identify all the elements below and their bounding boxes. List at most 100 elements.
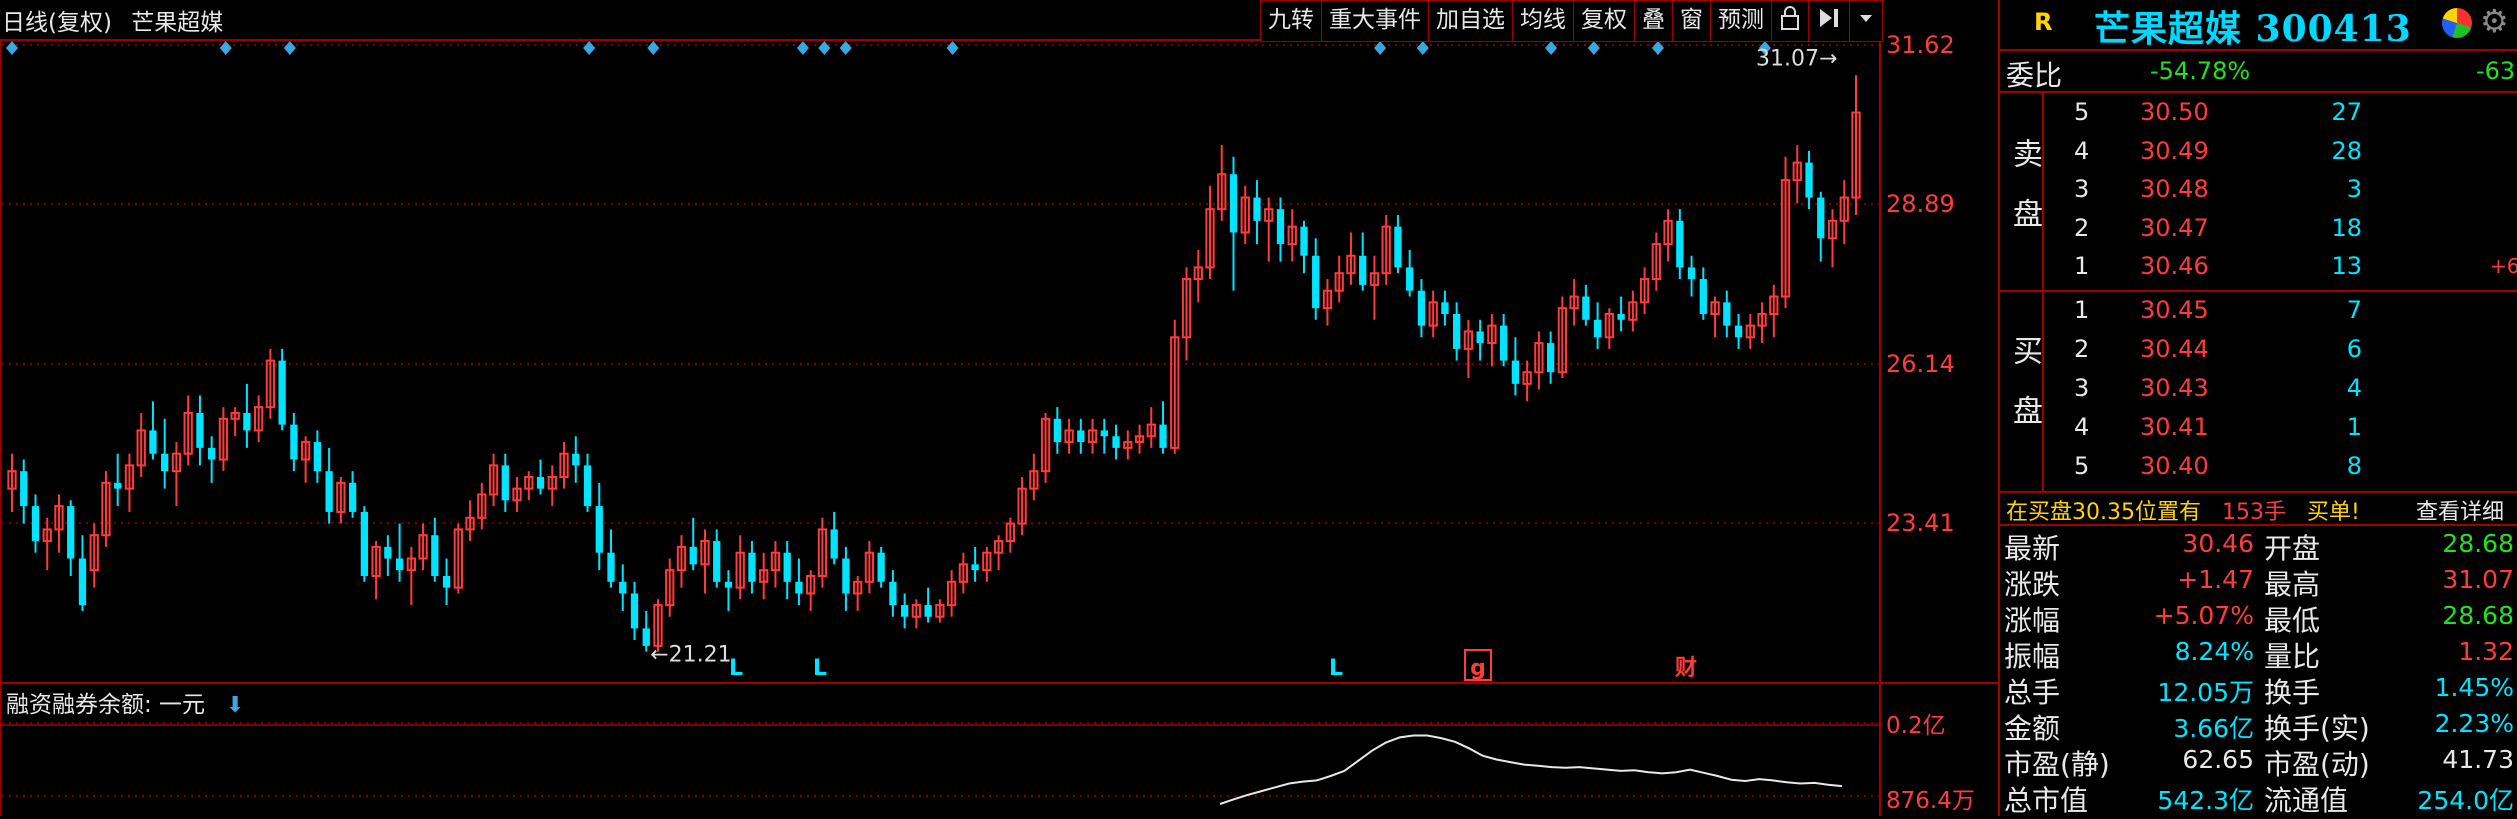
quote-panel: R 芒果超媒 300413 ⚙ 委比 -54.78% -63 卖盘 5 30.50… <box>1998 0 2517 817</box>
weibi-pct: -54.78% <box>2150 57 2251 85</box>
event-marker-icon[interactable] <box>839 41 852 55</box>
event-marker-icon[interactable] <box>946 41 959 55</box>
candle-body <box>290 424 298 460</box>
toolbar-jiuzhuan-button[interactable]: 九转 <box>1261 1 1322 41</box>
candle-body <box>1676 220 1684 268</box>
stat-label: 量比 <box>2264 640 2321 673</box>
stat-value: +1.47 <box>2177 565 2254 594</box>
candle-body <box>595 506 603 553</box>
stat-value: 41.73 <box>2442 745 2514 774</box>
stat-label: 涨幅 <box>2004 604 2061 637</box>
event-marker-icon[interactable] <box>1587 41 1600 55</box>
candle-body <box>196 412 204 448</box>
buy-volume: 8 <box>2346 452 2362 480</box>
candle-body <box>642 628 650 646</box>
candle-body <box>1359 255 1367 285</box>
toolbar-forecast-button[interactable]: 预测 <box>1711 1 1772 41</box>
candle-body <box>67 506 75 559</box>
event-marker-icon[interactable] <box>796 41 809 55</box>
stat-value: 12.05万 <box>2157 678 2254 707</box>
candle-body <box>1229 174 1238 233</box>
event-marker-icon[interactable] <box>6 41 18 55</box>
stat-label: 振幅 <box>2004 640 2061 673</box>
lock-icon[interactable] <box>1772 1 1809 41</box>
arrow-down-icon[interactable]: ⬇ <box>226 693 244 718</box>
event-marker-icon[interactable] <box>1416 41 1429 55</box>
event-marker-icon[interactable] <box>1651 41 1664 55</box>
chart-stock-name: 芒果超媒 <box>131 10 224 36</box>
chart-title: 日线(复权) 芒果超媒 <box>2 3 223 37</box>
toolbar-major-events-button[interactable]: 重大事件 <box>1322 1 1429 41</box>
candle-body <box>830 529 838 559</box>
sell-level: 3 <box>2074 175 2090 203</box>
candle-body <box>78 558 87 606</box>
chart-area[interactable]: 31.62 28.89 26.14 23.41 31.07→ ←21.21 L L Lg 财融资融… <box>0 0 1998 816</box>
stat-value: 542.3亿 <box>2157 786 2254 815</box>
signal-marker[interactable]: L <box>1329 656 1343 681</box>
gear-icon[interactable]: ⚙ <box>2480 2 2509 40</box>
toolbar-overlay-button[interactable]: 叠 <box>1635 1 1673 41</box>
buy-level: 5 <box>2074 452 2090 480</box>
buy-price: 30.40 <box>2140 452 2209 480</box>
candle-body <box>713 541 721 582</box>
candle-body <box>1723 302 1731 326</box>
stat-label: 最新 <box>2004 532 2061 565</box>
buy-price: 30.45 <box>2140 296 2209 324</box>
toolbar-ma-button[interactable]: 均线 <box>1513 1 1574 41</box>
candle-body <box>724 581 733 588</box>
weibi-label: 委比 <box>2006 59 2063 92</box>
buy-level: 2 <box>2074 335 2090 363</box>
candle-body <box>924 605 932 617</box>
signal-marker[interactable]: g <box>1470 656 1486 681</box>
candle-body <box>1546 343 1555 373</box>
lower-axis-label: 0.2亿 <box>1886 713 1946 739</box>
price-axis-label: 23.41 <box>1886 509 1955 537</box>
dropdown-icon[interactable] <box>1850 1 1882 41</box>
margin-balance-line <box>1219 734 1843 805</box>
chart-toolbar: 九转 重大事件 加自选 均线 复权 叠 窗 预测 <box>1260 0 1883 42</box>
event-marker-icon[interactable] <box>583 41 596 55</box>
signal-marker[interactable]: L <box>813 656 827 681</box>
view-detail-link[interactable]: 查看详细 <box>2416 494 2504 526</box>
stat-label: 总市值 <box>2004 784 2089 817</box>
toolbar-adjust-button[interactable]: 复权 <box>1574 1 1635 41</box>
candle-body <box>501 465 509 501</box>
stat-value: 31.07 <box>2442 565 2514 594</box>
candle-body <box>161 453 169 472</box>
event-marker-icon[interactable] <box>283 41 296 55</box>
notice-text: 在买盘30.35位置有 <box>2006 500 2201 525</box>
event-marker-icon[interactable] <box>219 41 232 55</box>
candle-body <box>20 471 28 507</box>
stat-value: +5.07% <box>2153 601 2254 630</box>
candle-body <box>1276 209 1285 245</box>
signal-marker[interactable]: 财 <box>1675 656 1697 681</box>
candle-body <box>395 558 404 571</box>
toolbar-add-watchlist-button[interactable]: 加自选 <box>1429 1 1513 41</box>
candle-body <box>630 593 639 629</box>
event-marker-icon[interactable] <box>818 41 831 55</box>
candle-body <box>689 546 697 565</box>
sell-price: 30.50 <box>2140 98 2209 126</box>
buy-label: 买盘 <box>2007 335 2042 455</box>
candle-body <box>1617 313 1625 320</box>
divider <box>2000 290 2517 292</box>
buy-volume: 7 <box>2346 296 2362 324</box>
stat-value: 254.0亿 <box>2417 786 2514 815</box>
event-marker-icon[interactable] <box>1545 41 1558 55</box>
period-label[interactable]: 日线(复权) <box>2 10 112 36</box>
buy-level: 3 <box>2074 374 2090 402</box>
stat-value: 2.23% <box>2434 709 2514 738</box>
candle-body <box>900 605 909 617</box>
sell-volume: 27 <box>2331 98 2362 126</box>
skip-end-icon[interactable] <box>1809 1 1850 41</box>
candle-body <box>572 453 580 466</box>
toolbar-window-button[interactable]: 窗 <box>1673 1 1711 41</box>
candle-body <box>313 442 322 472</box>
candle-body <box>1053 418 1061 443</box>
lower-panel-title: 融资融券余额: 一元 <box>6 692 205 718</box>
kline-chart[interactable]: 31.6228.8926.1423.4131.07→←21.21L L Lg 财融资融… <box>0 0 1998 816</box>
signal-marker[interactable]: L <box>729 656 743 681</box>
pie-chart-icon[interactable] <box>2442 8 2472 38</box>
event-marker-icon[interactable] <box>647 41 660 55</box>
event-marker-icon[interactable] <box>1374 41 1387 55</box>
